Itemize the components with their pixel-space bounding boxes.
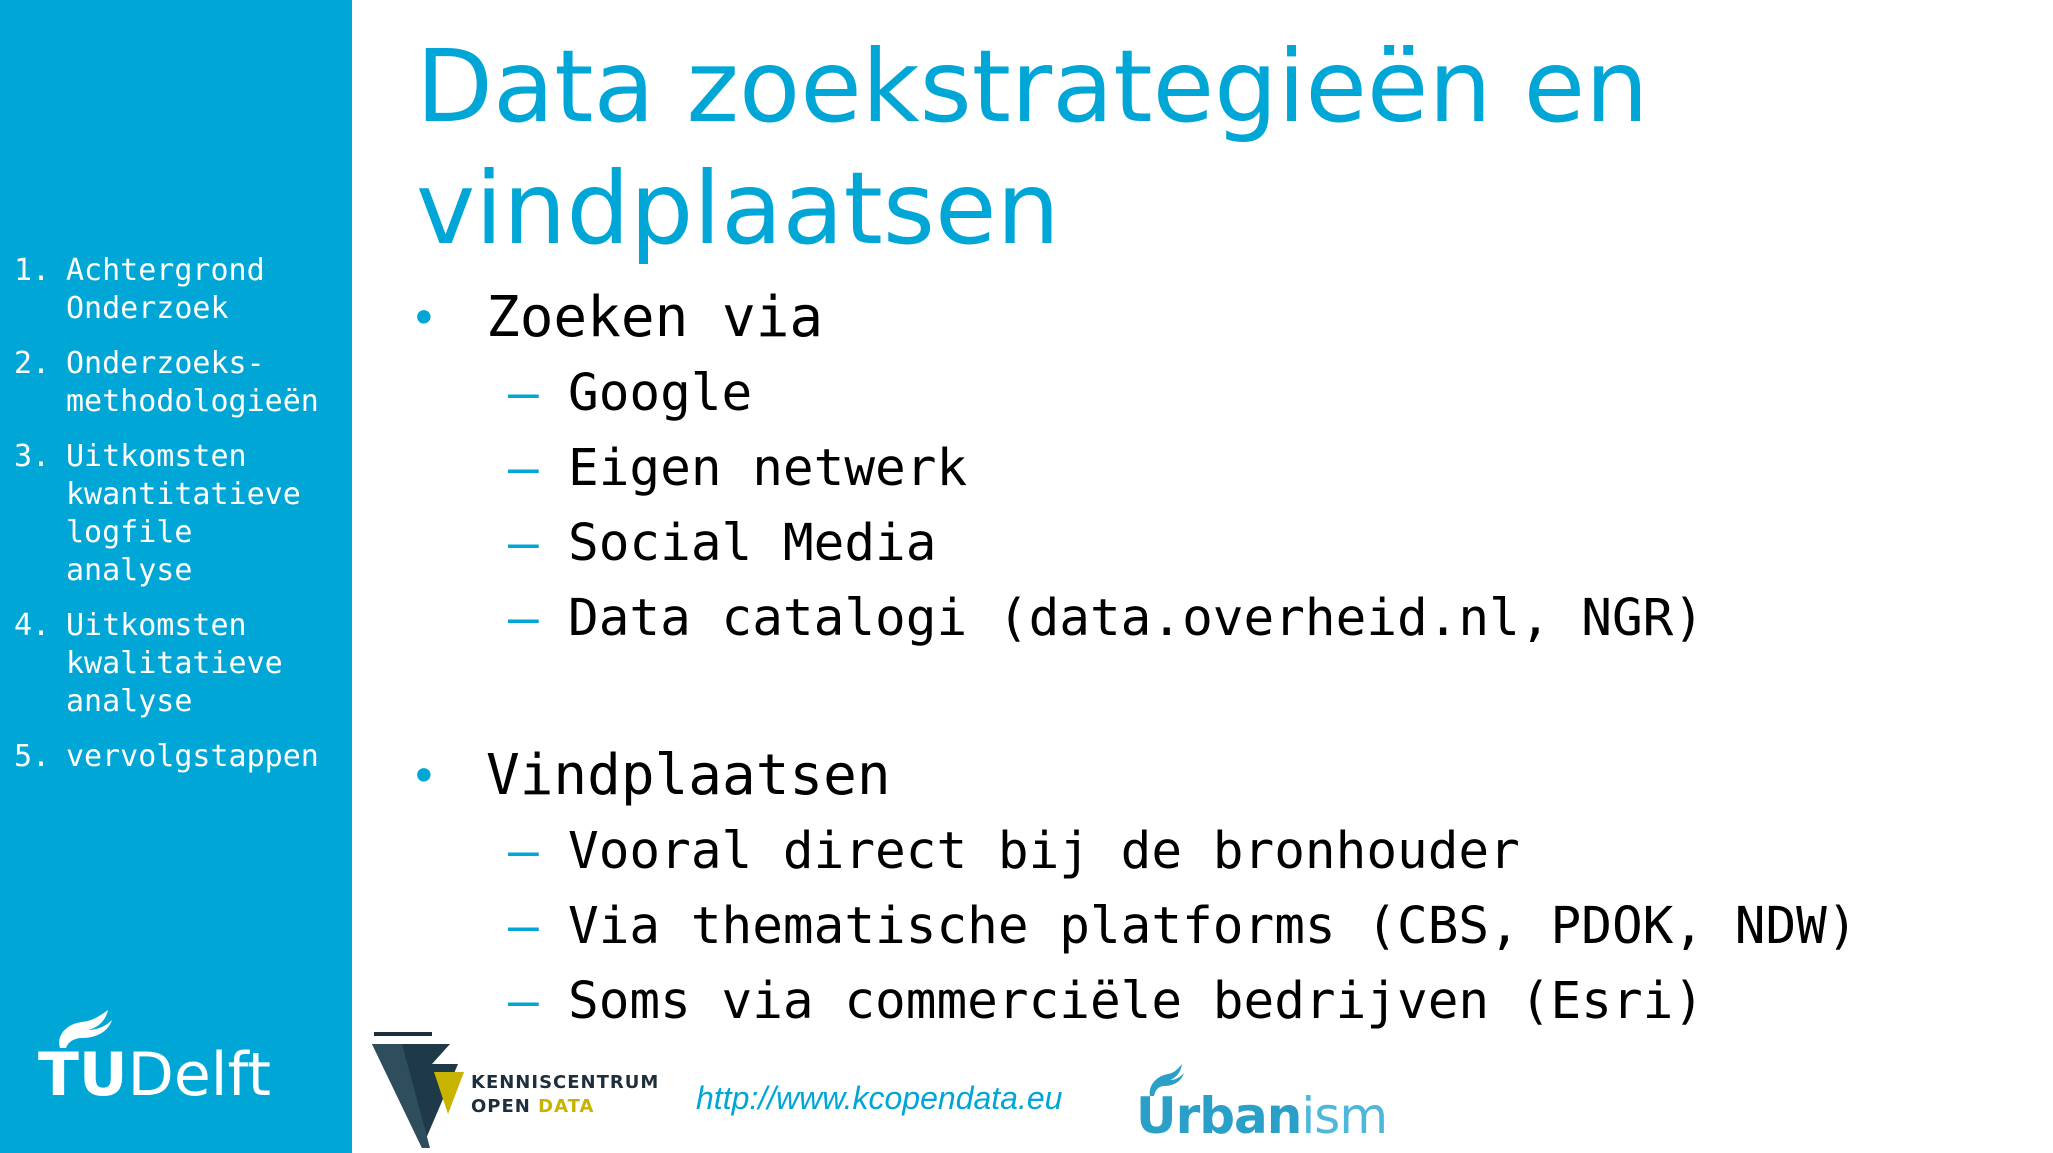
toc-label: Onderzoeks- methodologieën xyxy=(66,346,319,419)
toc-number: 4. xyxy=(14,608,51,643)
tudelft-tu: TU xyxy=(38,1040,128,1110)
list-item-text: Data catalogi (data.overheid.nl, NGR) xyxy=(568,589,1705,648)
dash-icon: – xyxy=(508,514,539,573)
toc-item-1: 1. Achtergrond Onderzoek xyxy=(14,252,344,328)
dash-icon: – xyxy=(508,364,539,423)
toc-label: Achtergrond Onderzoek xyxy=(66,253,265,326)
dash-icon: – xyxy=(508,439,539,498)
bullet-icon: • xyxy=(410,749,438,803)
toc-number: 5. xyxy=(14,739,51,774)
open-text: OPEN xyxy=(471,1096,539,1117)
dash-icon: – xyxy=(508,822,539,881)
list-item-text: Via thematische platforms (CBS, PDOK, ND… xyxy=(568,897,1858,956)
dash-icon: – xyxy=(508,589,539,648)
toc-label: vervolgstappen xyxy=(66,739,319,774)
toc-label: Uitkomsten kwantitatieve logfile analyse xyxy=(66,439,301,588)
title-line-1: Data zoekstrategieën en xyxy=(416,28,1649,145)
section-heading-text: Vindplaatsen xyxy=(486,743,891,808)
toc-item-4: 4. Uitkomsten kwalitatieve analyse xyxy=(14,607,344,721)
title-line-2: vindplaatsen xyxy=(416,150,1060,267)
kenniscentrum-logo: KENNISCENTRUM OPEN DATA xyxy=(372,1030,662,1150)
toc-number: 3. xyxy=(14,439,51,474)
slide-title: Data zoekstrategieën en vindplaatsen xyxy=(416,26,1816,270)
kenniscentrum-mark-icon xyxy=(372,1032,464,1148)
tudelft-logo: TUDelft xyxy=(38,1010,298,1120)
open-data-text: OPEN DATA xyxy=(471,1096,594,1117)
toc-number: 1. xyxy=(14,253,51,288)
toc-item-5: 5. vervolgstappen xyxy=(14,738,344,776)
sidebar: 1. Achtergrond Onderzoek 2. Onderzoeks- me… xyxy=(0,0,352,1153)
urbanism-logo: Urbanism xyxy=(1136,1064,1388,1150)
urbanism-bold: Urban xyxy=(1136,1087,1302,1145)
table-of-contents: 1. Achtergrond Onderzoek 2. Onderzoeks- me… xyxy=(14,252,344,793)
urbanism-wordmark: Urbanism xyxy=(1136,1084,1388,1148)
list-item-text: Eigen netwerk xyxy=(568,439,968,498)
dash-icon: – xyxy=(508,897,539,956)
list-item-text: Social Media xyxy=(568,514,937,573)
list-item-text: Vooral direct bij de bronhouder xyxy=(568,822,1520,881)
list-item-text: Google xyxy=(568,364,753,423)
section-heading-text: Zoeken via xyxy=(486,285,824,350)
website-link[interactable]: http://www.kcopendata.eu xyxy=(696,1080,1062,1117)
toc-item-3: 3. Uitkomsten kwantitatieve logfile analy… xyxy=(14,438,344,590)
tudelft-delft: Delft xyxy=(127,1040,272,1110)
list-item-text: Soms via commerciële bedrijven (Esri) xyxy=(568,972,1705,1031)
bullet-icon: • xyxy=(410,291,438,345)
toc-label: Uitkomsten kwalitatieve analyse xyxy=(66,608,283,719)
tudelft-wordmark: TUDelft xyxy=(38,1035,271,1115)
urbanism-light: ism xyxy=(1301,1087,1388,1145)
toc-item-2: 2. Onderzoeks- methodologieën xyxy=(14,345,344,421)
dash-icon: – xyxy=(508,972,539,1031)
data-text: DATA xyxy=(538,1096,595,1117)
kenniscentrum-text: KENNISCENTRUM xyxy=(471,1072,660,1093)
toc-number: 2. xyxy=(14,346,51,381)
